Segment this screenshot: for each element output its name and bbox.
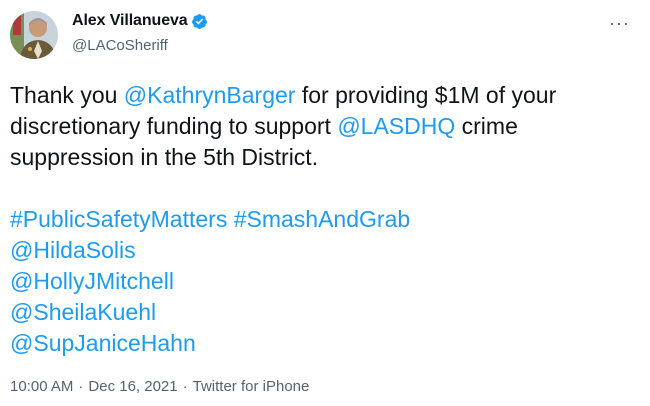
tweet-line-2: discretionary funding to support @LASDHQ…	[10, 111, 630, 142]
avatar-image	[10, 11, 58, 59]
tweet-card: Alex Villanueva @LACoSheriff ··· Thank y…	[0, 0, 650, 406]
tweet-text-segment: for providing $1M of your	[295, 82, 557, 108]
tweet-line-3: suppression in the 5th District.	[10, 144, 319, 170]
author-display-name[interactable]: Alex Villanueva	[72, 12, 188, 30]
hashtag-link[interactable]: #PublicSafetyMatters	[10, 206, 227, 232]
tweet-source[interactable]: Twitter for iPhone	[193, 378, 310, 395]
separator: ·	[78, 378, 84, 395]
mention-link[interactable]: @SupJaniceHahn	[10, 328, 630, 359]
mention-link[interactable]: @KathrynBarger	[124, 82, 296, 108]
verified-badge-icon	[191, 13, 208, 30]
tweet-text: Thank you @KathrynBarger for providing $…	[10, 80, 630, 359]
more-options-icon[interactable]: ···	[609, 14, 630, 32]
author-handle[interactable]: @LACoSheriff	[72, 37, 168, 54]
author-name-row[interactable]: Alex Villanueva	[72, 12, 208, 30]
tweet-metadata: 10:00 AM · Dec 16, 2021 · Twitter for iP…	[10, 378, 309, 395]
tweet-text-segment: crime	[455, 113, 518, 139]
tweet-time[interactable]: 10:00 AM	[10, 378, 73, 395]
tweet-date[interactable]: Dec 16, 2021	[88, 378, 177, 395]
hashtag-link[interactable]: #SmashAndGrab	[234, 206, 410, 232]
mention-link[interactable]: @HollyJMitchell	[10, 266, 630, 297]
mention-link[interactable]: @LASDHQ	[337, 113, 455, 139]
hashtag-line: #PublicSafetyMatters #SmashAndGrab	[10, 204, 630, 235]
separator: ·	[182, 378, 188, 395]
tweet-text-segment: Thank you	[10, 82, 124, 108]
tweet-text-segment: discretionary funding to support	[10, 113, 338, 139]
avatar[interactable]	[10, 11, 58, 59]
mention-link[interactable]: @SheilaKuehl	[10, 297, 630, 328]
mention-link[interactable]: @HildaSolis	[10, 235, 630, 266]
tweet-line-1: Thank you @KathrynBarger for providing $…	[10, 80, 630, 111]
